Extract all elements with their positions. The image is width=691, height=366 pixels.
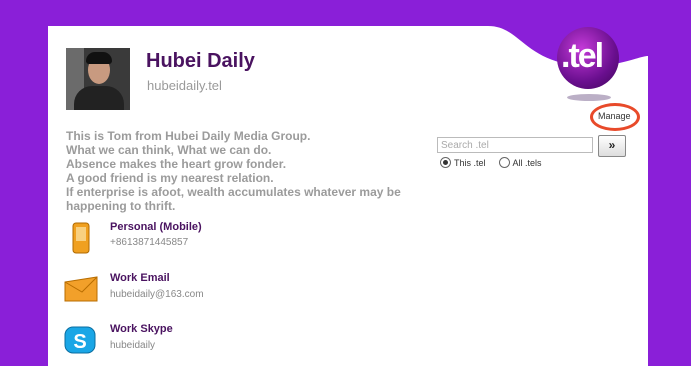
profile-title: Hubei Daily <box>146 50 255 72</box>
contact-label[interactable]: Work Email <box>110 272 170 284</box>
bio-line: What we can think, What we can do. <box>66 143 272 157</box>
logo-shadow <box>567 94 611 101</box>
contact-value: hubeidaily <box>110 340 156 351</box>
bio-line: happening to thrift. <box>66 199 176 213</box>
all-tels-label: All .tels <box>512 158 542 168</box>
contact-value: +8613871445857 <box>110 237 189 248</box>
bio-line: Absence makes the heart grow fonder. <box>66 157 287 171</box>
search-button[interactable]: » <box>598 135 626 157</box>
contact-label[interactable]: Personal (Mobile) <box>110 221 202 233</box>
profile-domain: hubeidaily.tel <box>147 78 222 93</box>
skype-icon: S <box>64 326 96 354</box>
contact-label[interactable]: Work Skype <box>110 323 173 335</box>
manage-highlight: Manage <box>590 103 640 131</box>
this-tel-label: This .tel <box>454 158 486 168</box>
tel-logo-text: .tel <box>561 37 604 75</box>
manage-link[interactable]: Manage <box>598 111 631 121</box>
search-input[interactable]: Search .tel <box>437 137 593 153</box>
envelope-icon <box>64 276 98 302</box>
all-tels-radio[interactable] <box>498 157 510 168</box>
svg-text:S: S <box>73 331 86 353</box>
bio-line: This is Tom from Hubei Daily Media Group… <box>66 129 311 143</box>
this-tel-radio[interactable] <box>440 157 451 168</box>
mobile-phone-icon <box>72 222 90 254</box>
contact-value: hubeidaily@163.com <box>110 289 204 300</box>
search-scope: This .tel All .tels <box>440 157 542 168</box>
avatar <box>66 48 130 110</box>
bio-line: If enterprise is afoot, wealth accumulat… <box>66 185 401 199</box>
profile-bio: This is Tom from Hubei Daily Media Group… <box>66 129 426 213</box>
bio-line: A good friend is my nearest relation. <box>66 171 274 185</box>
tel-logo[interactable]: .tel <box>557 27 619 89</box>
